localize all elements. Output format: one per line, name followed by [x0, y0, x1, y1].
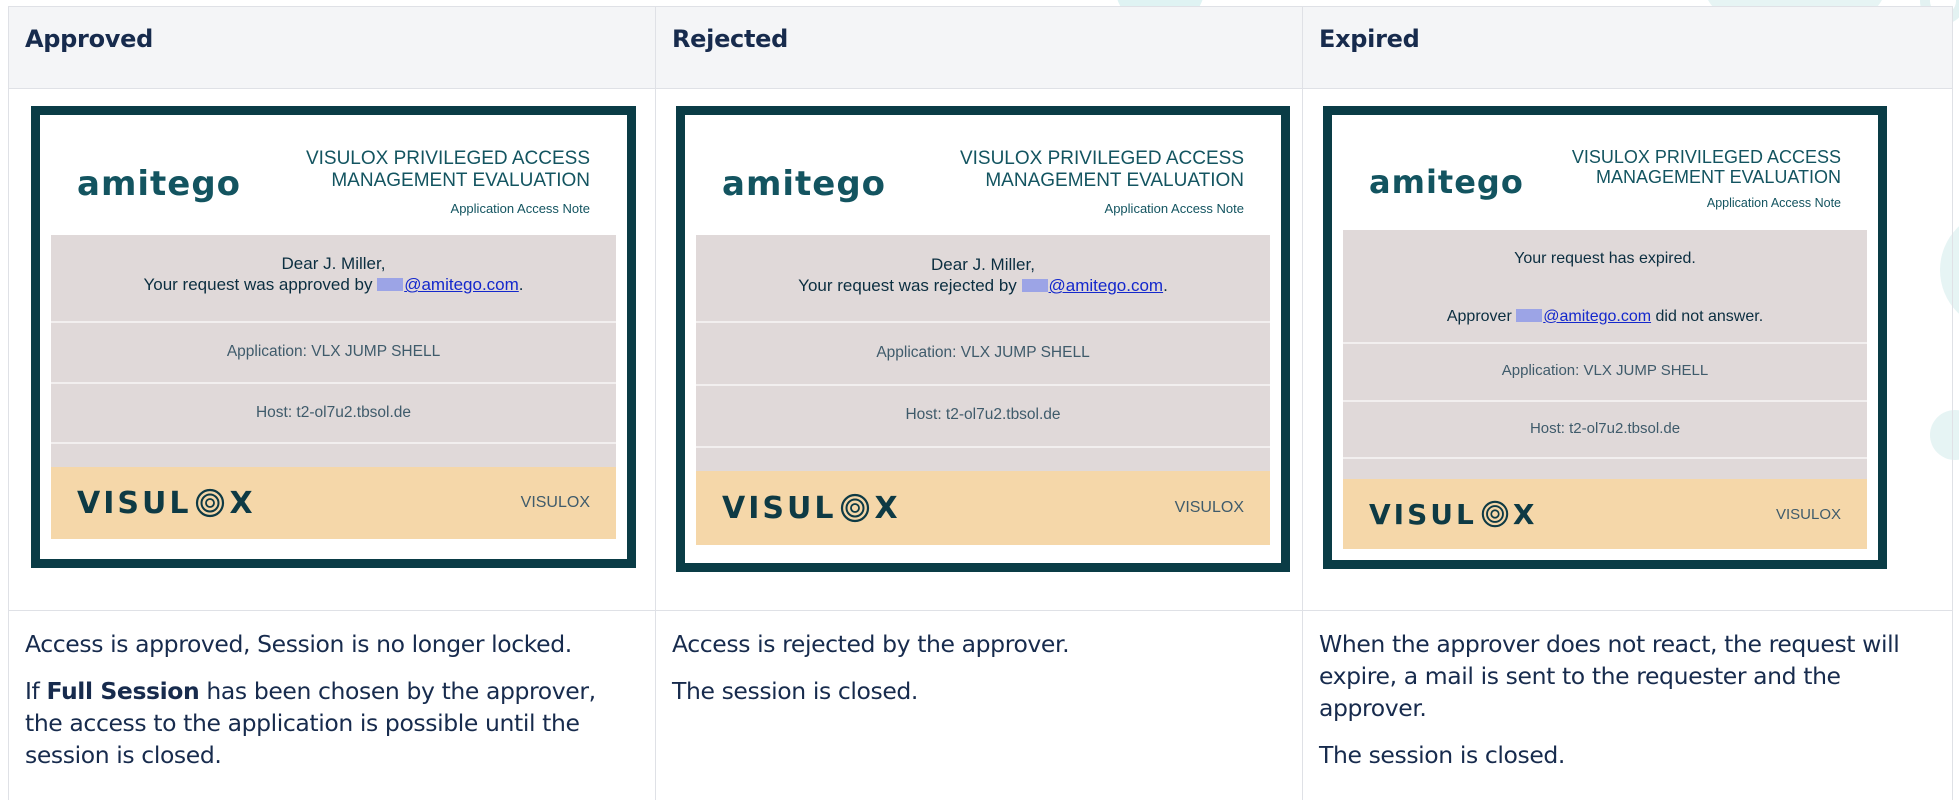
email-subtitle: Application Access Note	[1706, 196, 1841, 210]
expired-description: When the approver does not react, the re…	[1302, 610, 1953, 800]
email-host: Host: t2-ol7u2.tbsol.de	[696, 386, 1270, 448]
email-message: Your request has expired. Approver @amit…	[1343, 229, 1867, 345]
email-title-line1: VISULOX PRIVILEGED ACCESS	[1571, 147, 1841, 167]
footer-text: VISULOX	[520, 494, 590, 511]
email-application: Application: VLX JUMP SHELL	[1343, 344, 1867, 403]
email-application: Application: VLX JUMP SHELL	[51, 323, 616, 384]
email-message: Dear J. Miller, Your request was approve…	[51, 235, 616, 323]
approver-email-link[interactable]: @amitego.com	[404, 275, 519, 294]
email-message: Dear J. Miller, Your request was rejecte…	[696, 235, 1270, 323]
email-host: Host: t2-ol7u2.tbsol.de	[51, 384, 616, 444]
visulox-o-icon	[196, 488, 225, 518]
footer-text: VISULOX	[1775, 505, 1841, 523]
rejected-description: Access is rejected by the approver. The …	[655, 610, 1303, 800]
visulox-o-icon	[1481, 500, 1509, 528]
footer-text: VISULOX	[1174, 499, 1244, 516]
header-approved: Approved	[8, 6, 656, 89]
status-table: Approved Rejected Expired amitego VISULO…	[8, 6, 1953, 800]
email-host: Host: t2-ol7u2.tbsol.de	[1343, 402, 1867, 460]
expired-desc-p1: When the approver does not react, the re…	[1319, 630, 1900, 722]
approved-desc-p1: Access is approved, Session is no longer…	[25, 630, 572, 658]
header-row: Approved Rejected Expired	[8, 6, 1953, 89]
rejected-desc-p2: The session is closed.	[672, 677, 918, 705]
approved-email-cell: amitego VISULOX PRIVILEGED ACCESS MANAGE…	[8, 88, 656, 611]
approver-email-link[interactable]: @amitego.com	[1543, 308, 1651, 325]
screenshot-row: amitego VISULOX PRIVILEGED ACCESS MANAGE…	[8, 88, 1953, 611]
email-title-line1: VISULOX PRIVILEGED ACCESS	[305, 148, 590, 169]
email-title-line2: MANAGEMENT EVALUATION	[331, 170, 590, 191]
email-application: Application: VLX JUMP SHELL	[696, 323, 1270, 386]
email-footer: VISUL X VISULOX	[696, 471, 1270, 545]
email-footer: VISUL X VISULOX	[1343, 479, 1867, 549]
rejected-email-cell: amitego VISULOX PRIVILEGED ACCESS MANAGE…	[655, 88, 1303, 611]
approved-desc-p2: If Full Session has been chosen by the a…	[25, 677, 596, 769]
amitego-logo: amitego	[77, 164, 242, 204]
email-title-line2: MANAGEMENT EVALUATION	[985, 170, 1244, 191]
email-title-line2: MANAGEMENT EVALUATION	[1595, 167, 1841, 187]
email-subtitle: Application Access Note	[450, 201, 590, 216]
approved-email-card: amitego VISULOX PRIVILEGED ACCESS MANAGE…	[31, 106, 636, 568]
approved-description: Access is approved, Session is no longer…	[8, 610, 656, 800]
expired-email-cell: amitego VISULOX PRIVILEGED ACCESS MANAGE…	[1302, 88, 1953, 611]
expired-desc-p2: The session is closed.	[1319, 741, 1565, 769]
email-footer: VISUL X VISULOX	[51, 467, 616, 539]
email-title-line1: VISULOX PRIVILEGED ACCESS	[959, 148, 1244, 169]
visulox-o-icon	[841, 493, 870, 523]
approver-email-link[interactable]: @amitego.com	[1049, 276, 1164, 295]
amitego-logo: amitego	[1369, 163, 1524, 201]
visulox-logo: VISUL X	[1369, 497, 1538, 531]
header-rejected: Rejected	[655, 6, 1303, 89]
amitego-logo: amitego	[722, 164, 887, 204]
expired-email-card: amitego VISULOX PRIVILEGED ACCESS MANAGE…	[1323, 106, 1887, 569]
email-subtitle: Application Access Note	[1104, 201, 1244, 216]
visulox-logo: VISUL X	[722, 490, 901, 526]
visulox-logo: VISUL X	[77, 485, 256, 521]
rejected-email-card: amitego VISULOX PRIVILEGED ACCESS MANAGE…	[676, 106, 1290, 572]
header-expired: Expired	[1302, 6, 1953, 89]
rejected-desc-p1: Access is rejected by the approver.	[672, 630, 1070, 658]
description-row: Access is approved, Session is no longer…	[8, 610, 1953, 800]
